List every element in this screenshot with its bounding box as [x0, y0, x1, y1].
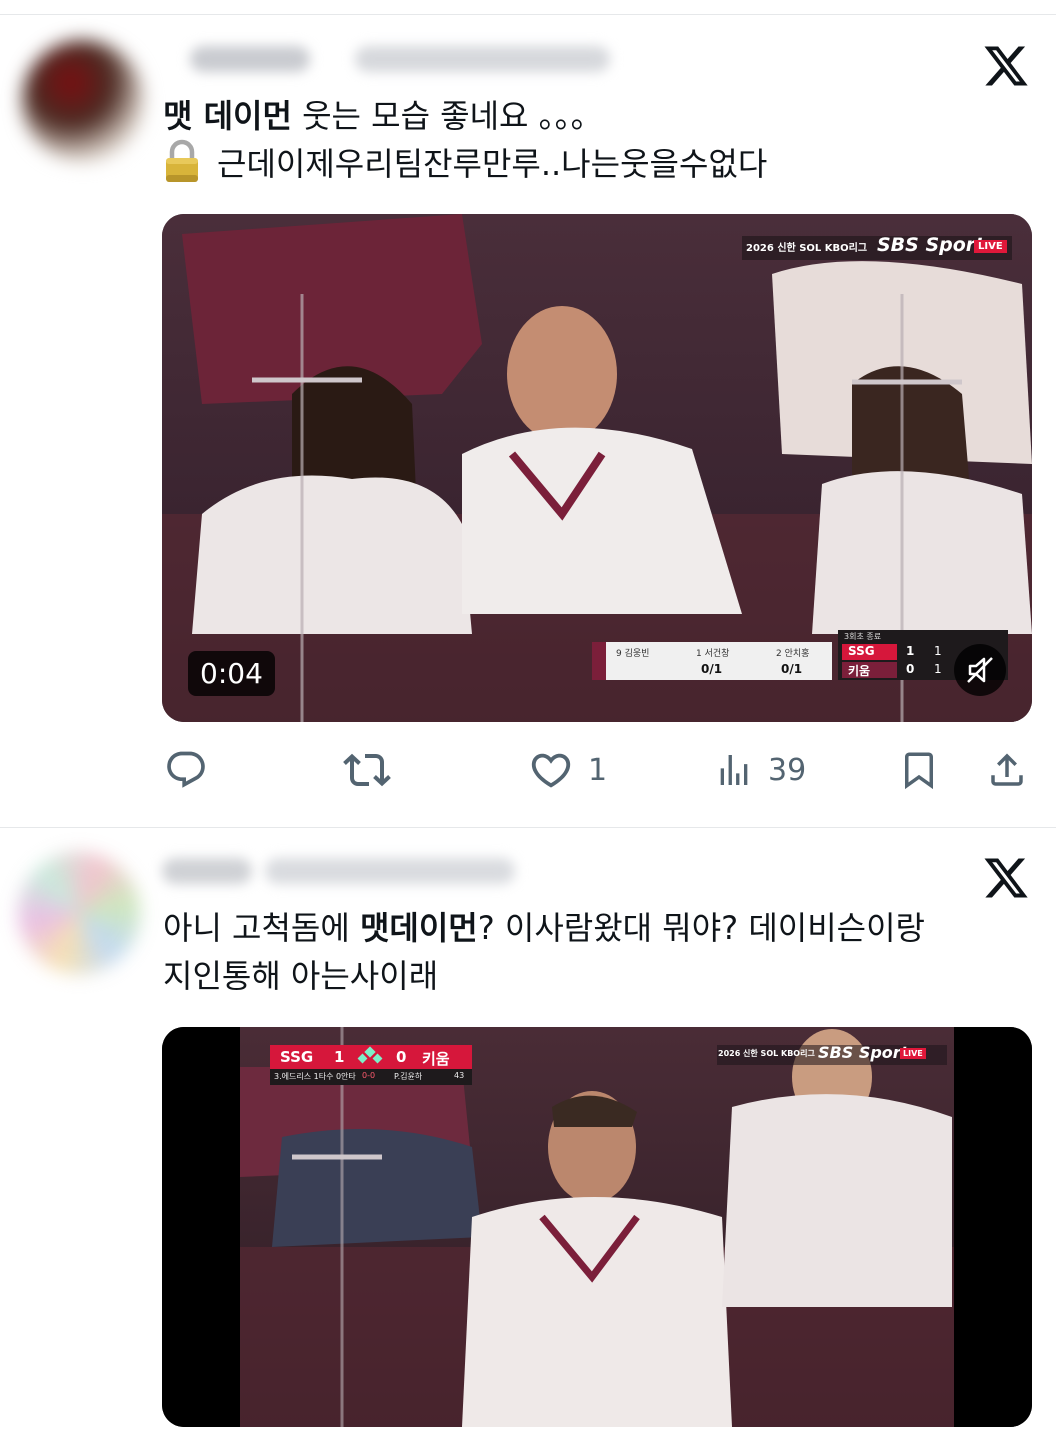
- scoreboard-team-2-runs: 0: [906, 662, 915, 676]
- mute-icon: [967, 657, 993, 683]
- bookmark-button[interactable]: [898, 740, 940, 800]
- views-icon: [720, 755, 748, 785]
- next-batter-2-stat: 0/1: [701, 662, 723, 676]
- share-icon: [991, 753, 1023, 786]
- blurred-display-name: [190, 46, 310, 72]
- scoreboard-away-score: 1: [334, 1048, 345, 1066]
- next-batter-1: 9 김웅빈: [616, 649, 650, 659]
- league-label: 2026 신한 SOL KBO리그: [746, 243, 868, 254]
- next-batter-3: 2 안치홍: [776, 649, 810, 659]
- tweet-video[interactable]: 2026 신한 SOL KBO리그 SBS Sports LIVE 9 김웅빈 …: [162, 214, 1032, 722]
- blurred-display-name: [162, 858, 252, 884]
- tweet-text-line-2: 근데이제우리팀잔루만루..나는웃을수없다: [163, 138, 767, 190]
- retweet-button[interactable]: [343, 740, 391, 800]
- blurred-handle: [355, 46, 610, 72]
- x-logo-icon[interactable]: [982, 854, 1030, 902]
- video-duration: 0:04: [188, 651, 275, 696]
- tweet-text-rest: 웃는 모습 좋네요 。。。: [291, 97, 603, 135]
- scoreboard-home-score: 0: [396, 1048, 407, 1066]
- next-batter-2: 1 서건창: [696, 649, 730, 659]
- tweet-text-post: ? 이사람왔대 뭐야? 데이비슨이랑: [477, 909, 925, 947]
- tweet-video[interactable]: SSG 1 0 키움 3.에드리스 1타수 0안타 0-0 P.김윤하 43 2…: [162, 1027, 1032, 1427]
- scoreboard-team-2: 키움: [848, 664, 871, 678]
- tweet-divider: [0, 827, 1056, 828]
- like-count: 1: [588, 752, 608, 788]
- bases-icon: [357, 1046, 383, 1064]
- retweet-icon: [343, 753, 391, 787]
- scoreboard-team-1: SSG: [848, 644, 875, 658]
- reply-icon: [167, 751, 205, 788]
- tweet-bold-name: 맷데이먼: [359, 909, 478, 947]
- live-badge: LIVE: [974, 240, 1007, 253]
- next-batters-bar: 9 김웅빈 1 서건창 0/1 2 안치홍 0/1: [592, 642, 832, 680]
- scoreboard-count: 0-0: [362, 1071, 376, 1080]
- mute-button[interactable]: [954, 644, 1006, 696]
- top-divider: [0, 14, 1056, 15]
- tweet-text-pre: 아니 고척돔에: [163, 909, 360, 947]
- tweet-text-line-2: 지인통해 아는사이래: [163, 957, 439, 995]
- scoreboard-inning: 3회초 종료: [844, 632, 882, 641]
- reply-button[interactable]: [164, 740, 208, 800]
- lock-icon: [166, 139, 198, 182]
- scoreboard-batter-detail: 3.에드리스 1타수 0안타: [274, 1072, 356, 1081]
- league-label: 2026 신한 SOL KBO리그: [718, 1049, 815, 1058]
- tweet-text-line-1: 아니 고척돔에 맷데이먼? 이사람왔대 뭐야? 데이비슨이랑: [163, 902, 925, 954]
- scoreboard: SSG 1 0 키움 3.에드리스 1타수 0안타 0-0 P.김윤하 43: [270, 1045, 472, 1085]
- scoreboard-team-2-hits: 1: [934, 662, 942, 676]
- tweet-text-line-1: 맷 데이먼 웃는 모습 좋네요 。。。: [163, 90, 603, 142]
- view-count: 39: [768, 752, 807, 788]
- tweet-bold-name: 맷 데이먼: [163, 97, 292, 135]
- heart-icon: [531, 753, 571, 788]
- scoreboard-team-1-runs: 1: [906, 644, 915, 658]
- avatar[interactable]: [22, 40, 144, 162]
- avatar[interactable]: [18, 852, 140, 974]
- like-button[interactable]: 1: [528, 740, 607, 800]
- next-batter-3-stat: 0/1: [781, 662, 803, 676]
- tweet-text-line-2-text: 근데이제우리팀잔루만루..나는웃을수없다: [217, 145, 768, 183]
- scoreboard-home-team: 키움: [422, 1050, 450, 1068]
- tweet-action-bar: 1 39: [0, 740, 1056, 800]
- scoreboard-pitcher: P.김윤하: [394, 1072, 423, 1081]
- share-button[interactable]: [986, 740, 1028, 800]
- video-frame: [162, 1027, 1032, 1427]
- scoreboard-team-1-hits: 1: [934, 644, 942, 658]
- scoreboard-away-team: SSG: [280, 1048, 314, 1066]
- views-button[interactable]: 39: [714, 740, 806, 800]
- x-logo-icon[interactable]: [982, 42, 1030, 90]
- bookmark-icon: [905, 752, 933, 790]
- live-badge: LIVE: [900, 1048, 926, 1059]
- scoreboard-pitch-count: 43: [454, 1071, 465, 1080]
- blurred-handle: [265, 858, 515, 884]
